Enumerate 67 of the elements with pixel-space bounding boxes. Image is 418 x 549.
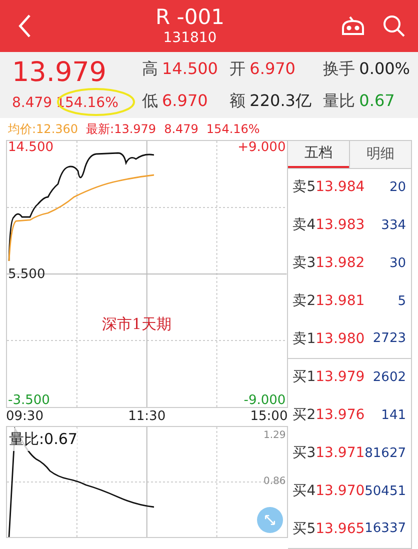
stat-value: 0.00%: [359, 58, 410, 80]
stat-value: 220.3亿: [250, 90, 312, 112]
axis-label: -9.000: [244, 394, 286, 407]
stat-label: 开: [230, 58, 246, 80]
latest-price: 最新:13.979: [86, 121, 156, 138]
stat-label: 量比: [323, 90, 356, 112]
order-price: 13.965: [316, 520, 365, 537]
order-label: 卖3: [292, 254, 316, 271]
order-volume: 16337: [364, 520, 406, 538]
order-label: 买1: [292, 369, 316, 386]
order-volume: 30: [389, 254, 406, 273]
order-label: 买4: [292, 482, 316, 499]
stat-label: 额: [230, 90, 246, 112]
stock-title: R -001: [156, 4, 224, 30]
order-volume: 5: [398, 292, 406, 311]
axis-label: 5.500: [8, 268, 46, 280]
chart-watermark-label: 深市1天期: [102, 314, 172, 335]
info-change: 8.479: [164, 121, 198, 138]
order-volume: 50451: [364, 482, 406, 501]
order-volume: 2723: [372, 330, 406, 348]
time-label: 15:00: [250, 408, 288, 426]
info-percent: 154.16%: [206, 121, 260, 138]
robot-icon[interactable]: [340, 14, 366, 38]
order-price: 13.981: [316, 292, 365, 309]
stat-label: 高: [142, 58, 158, 80]
order-volume: 81627: [364, 444, 406, 463]
order-price: 13.970: [316, 482, 365, 499]
axis-label: -3.500: [8, 394, 50, 407]
order-volume: 334: [381, 216, 406, 235]
order-price: 13.976: [316, 407, 365, 424]
time-label: 09:30: [6, 408, 44, 426]
axis-label: 1.29: [263, 429, 286, 443]
last-price: 13.979: [12, 56, 108, 88]
order-volume: 141: [381, 406, 406, 425]
axis-label: 14.500: [8, 141, 54, 154]
order-label: 卖4: [292, 217, 316, 234]
average-price: 均价:12.360: [8, 121, 78, 138]
order-price: 13.984: [316, 179, 365, 196]
order-price: 13.980: [316, 330, 365, 347]
time-label: 11:30: [128, 408, 166, 426]
order-price: 13.982: [316, 254, 365, 271]
order-label: 卖5: [292, 179, 316, 196]
volume-ratio-label: 量比:0.67: [9, 428, 78, 450]
order-price: 13.971: [316, 444, 365, 461]
stat-label: 换手: [323, 58, 356, 80]
order-label: 买2: [292, 407, 316, 424]
order-volume: 20: [389, 179, 406, 198]
axis-label: +9.000: [238, 141, 286, 154]
order-price: 13.983: [316, 217, 365, 234]
order-label: 买3: [292, 444, 316, 461]
order-price: 13.979: [316, 369, 365, 386]
price-change: 8.479: [12, 94, 52, 112]
stat-value: 14.500: [162, 58, 218, 80]
stat-value: 0.67: [359, 90, 395, 112]
stat-value: 6.970: [250, 58, 296, 80]
axis-label: 0.86: [263, 475, 286, 489]
stock-code: 131810: [163, 30, 217, 48]
order-label: 买5: [292, 520, 316, 537]
tab[interactable]: 明细: [348, 141, 411, 168]
tab[interactable]: 五档: [288, 141, 349, 168]
order-volume: 2602: [372, 369, 406, 388]
search-icon[interactable]: [382, 14, 406, 38]
expand-icon: [262, 513, 277, 527]
order-label: 卖2: [292, 292, 316, 309]
order-label: 卖1: [292, 330, 316, 347]
stat-value: 6.970: [162, 90, 208, 112]
stat-label: 低: [142, 90, 158, 112]
